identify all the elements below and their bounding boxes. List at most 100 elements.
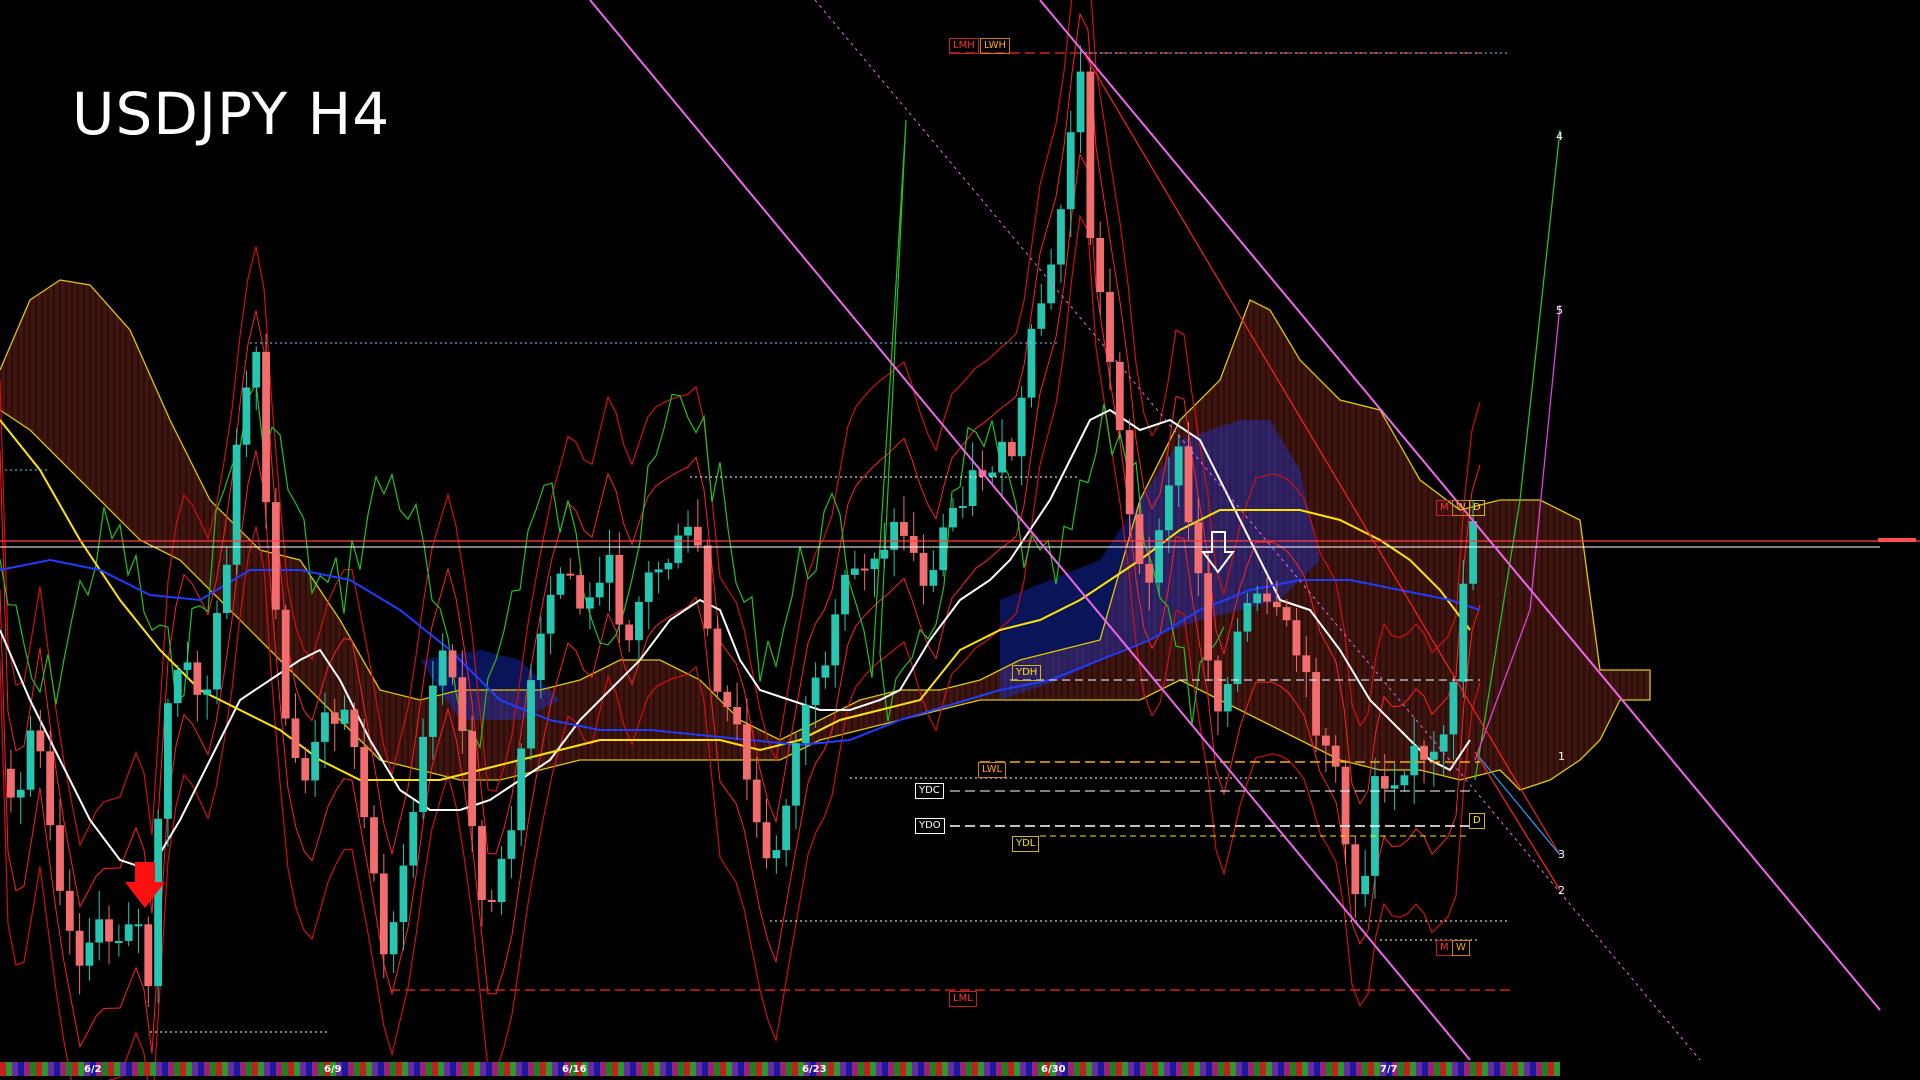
time-bar-segment [456, 1062, 462, 1076]
time-bar-segment [300, 1062, 306, 1076]
date-label: 6/2 [84, 1064, 102, 1075]
candle-body [438, 650, 447, 686]
price-chart[interactable] [0, 0, 1920, 1080]
time-bar-segment [780, 1062, 786, 1076]
time-bar-segment [120, 1062, 126, 1076]
time-bar-segment [372, 1062, 378, 1076]
time-bar-segment [468, 1062, 474, 1076]
time-bar-segment [1302, 1062, 1308, 1076]
candle-body [585, 597, 594, 609]
chart-title: USDJPY H4 [72, 80, 391, 148]
time-bar-segment [1200, 1062, 1206, 1076]
time-bar-segment [660, 1062, 666, 1076]
m-bottom-tag: M [1436, 940, 1453, 956]
time-bar-segment [1146, 1062, 1152, 1076]
time-bar-segment [258, 1062, 264, 1076]
time-bar-segment [1422, 1062, 1428, 1076]
time-bar-segment [108, 1062, 114, 1076]
candle-body [772, 850, 781, 859]
time-bar-segment [786, 1062, 792, 1076]
time-bar-segment [1068, 1062, 1074, 1076]
time-bar-segment [60, 1062, 66, 1076]
time-bar-segment [546, 1062, 552, 1076]
time-bar-segment [1416, 1062, 1422, 1076]
time-bar-segment [1512, 1062, 1518, 1076]
time-bar-segment [900, 1062, 906, 1076]
time-bar-segment [1332, 1062, 1338, 1076]
time-bar-segment [888, 1062, 894, 1076]
time-bar-segment [1164, 1062, 1170, 1076]
time-bar-segment [642, 1062, 648, 1076]
time-bar-segment [1530, 1062, 1536, 1076]
candle-body [26, 730, 35, 790]
candle-body [644, 572, 653, 602]
candle-body [271, 502, 280, 610]
candle-body [95, 919, 104, 943]
time-bar-segment [138, 1062, 144, 1076]
time-bar-segment [1086, 1062, 1092, 1076]
time-bar-segment [72, 1062, 78, 1076]
time-bar-segment [312, 1062, 318, 1076]
candle-body [1194, 522, 1203, 574]
time-bar-segment [1002, 1062, 1008, 1076]
date-label: 7/7 [1380, 1064, 1398, 1075]
time-bar-segment [204, 1062, 210, 1076]
candle-body [919, 552, 928, 586]
candle-body [487, 899, 496, 903]
date-label: 6/16 [562, 1064, 587, 1075]
time-bar-segment [750, 1062, 756, 1076]
ydl-tag: YDL [1012, 836, 1040, 852]
candle-body [379, 873, 388, 955]
time-bar-segment [852, 1062, 858, 1076]
candle-body [1321, 735, 1330, 746]
time-bar-segment [534, 1062, 540, 1076]
candle-body [762, 822, 771, 859]
time-bar-segment [1224, 1062, 1230, 1076]
time-bar-segment [1176, 1062, 1182, 1076]
candle-body [958, 506, 967, 509]
time-bar-segment [978, 1062, 984, 1076]
time-bar-segment [684, 1062, 690, 1076]
d-top-tag: D [1469, 500, 1485, 516]
d-mid-tag: D [1469, 813, 1485, 829]
candle-body [1125, 430, 1134, 515]
candle-body [1302, 655, 1311, 673]
time-bar-segment [840, 1062, 846, 1076]
candle-body [998, 441, 1006, 473]
time-bar-segment [1398, 1062, 1404, 1076]
time-bar-segment [498, 1062, 504, 1076]
time-bar-segment [444, 1062, 450, 1076]
candle-body [1223, 684, 1232, 712]
time-bar-segment [390, 1062, 396, 1076]
time-bar-segment [1272, 1062, 1278, 1076]
time-bar-segment [1158, 1062, 1164, 1076]
time-bar-segment [882, 1062, 888, 1076]
time-bar-segment [1500, 1062, 1506, 1076]
time-bar-segment [966, 1062, 972, 1076]
time-bar-segment [834, 1062, 840, 1076]
candle-body [595, 582, 604, 598]
time-bar-segment [1350, 1062, 1356, 1076]
candle-body [409, 812, 418, 866]
time-bar-segment [648, 1062, 654, 1076]
candle-body [850, 568, 859, 575]
time-bar-segment [510, 1062, 516, 1076]
time-bar-segment [240, 1062, 246, 1076]
candle-body [1380, 776, 1389, 789]
candle-body [1282, 607, 1291, 621]
time-bar-segment [1446, 1062, 1452, 1076]
candle-body [1400, 775, 1409, 786]
time-bar-segment [1308, 1062, 1314, 1076]
time-bar-segment [1236, 1062, 1242, 1076]
candle-body [1027, 328, 1036, 398]
candle-body [811, 677, 820, 706]
candle-body [468, 731, 477, 827]
time-bar-segment [738, 1062, 744, 1076]
candle-body [222, 564, 231, 614]
candle-body [841, 574, 849, 615]
candle-body [252, 351, 261, 388]
time-bar-segment [36, 1062, 42, 1076]
candle-body [615, 555, 624, 625]
time-bar-segment [744, 1062, 750, 1076]
time-bar-segment [432, 1062, 438, 1076]
